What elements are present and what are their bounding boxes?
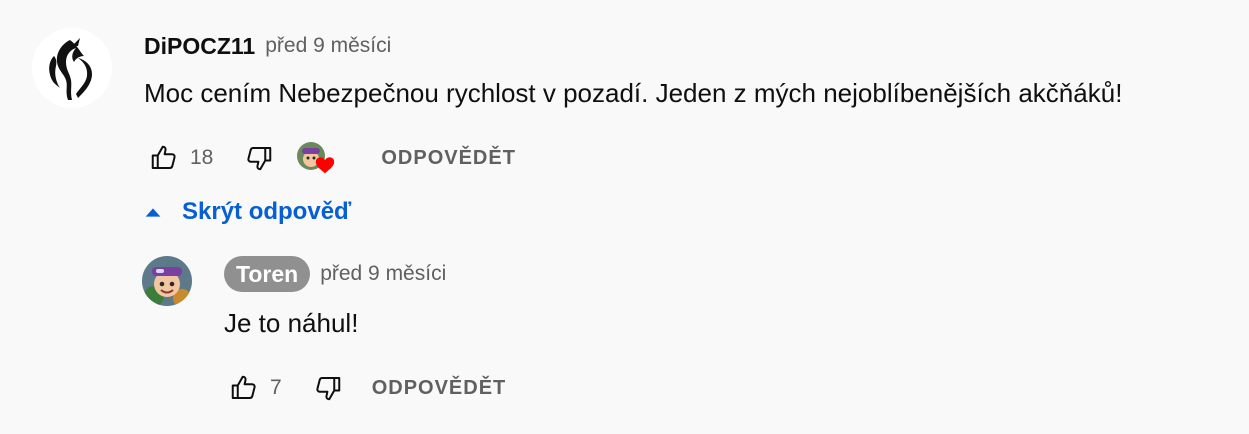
reply-actions: 7 ODPOVĚDĚT xyxy=(224,368,506,408)
hide-replies-label: Skrýt odpověď xyxy=(182,198,352,225)
thumbs-up-icon xyxy=(151,145,176,169)
top-comment-body: DiPOCZ11 před 9 měsíci Moc cením Nebezpe… xyxy=(144,28,1224,109)
like-count: 7 xyxy=(270,376,282,399)
cartoon-avatar-icon[interactable] xyxy=(142,256,192,306)
author-name[interactable]: DiPOCZ11 xyxy=(144,33,255,60)
like-count: 18 xyxy=(190,146,214,169)
thumbs-down-icon xyxy=(247,147,272,171)
reply-time[interactable]: před 9 měsíci xyxy=(320,262,446,286)
comment-header: DiPOCZ11 před 9 měsíci xyxy=(144,28,1224,64)
thumbs-down-icon xyxy=(316,377,340,401)
reply-button[interactable]: ODPOVĚDĚT xyxy=(372,377,507,400)
like-button[interactable] xyxy=(144,138,184,178)
heart-icon xyxy=(316,157,335,174)
hide-replies-toggle[interactable]: Skrýt odpověď xyxy=(142,198,351,226)
reply-comment-body: Toren před 9 měsíci Je to náhul! xyxy=(224,256,1224,339)
dragon-logo-icon[interactable] xyxy=(32,28,112,108)
reply-text: Je to náhul! xyxy=(224,308,359,338)
dislike-button[interactable] xyxy=(239,138,279,178)
comment-text: Moc cením Nebezpečnou rychlost v pozadí.… xyxy=(144,78,1123,108)
comment-time[interactable]: před 9 měsíci xyxy=(265,34,391,58)
creator-heart[interactable] xyxy=(297,138,339,178)
reply-header: Toren před 9 měsíci xyxy=(224,256,1224,292)
comment-actions: 18 ODPOVĚDĚT xyxy=(144,138,516,178)
comment-thread: DiPOCZ11 před 9 měsíci Moc cením Nebezpe… xyxy=(0,0,1249,434)
like-button[interactable] xyxy=(224,368,264,408)
caret-up-icon xyxy=(145,208,161,217)
thumbs-up-icon xyxy=(231,375,256,399)
dislike-button[interactable] xyxy=(308,368,348,408)
author-chip[interactable]: Toren xyxy=(224,256,311,292)
reply-button[interactable]: ODPOVĚDĚT xyxy=(381,147,516,170)
